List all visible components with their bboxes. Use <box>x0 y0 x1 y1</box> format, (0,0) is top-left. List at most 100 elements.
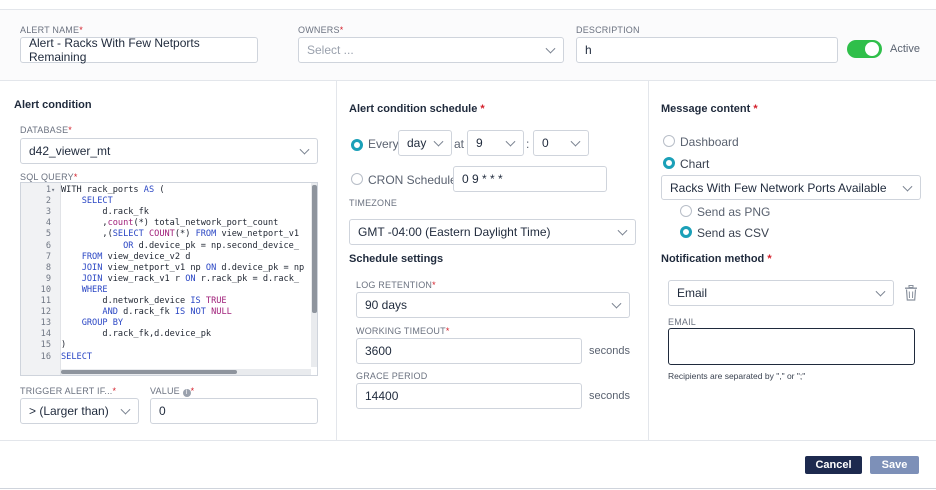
sql-query-label: SQL QUERY* <box>20 172 78 182</box>
chevron-down-icon <box>120 404 131 415</box>
editor-horizontal-scrollbar-thumb[interactable] <box>61 370 237 374</box>
every-label: Every <box>368 137 399 151</box>
line-number: 10 <box>40 284 51 295</box>
notification-method-title: Notification method * <box>661 253 772 265</box>
working-timeout-seconds: seconds <box>589 345 630 357</box>
recipients-hint: Recipients are separated by "," or ";" <box>668 371 806 381</box>
working-timeout-label: WORKING TIMEOUT* <box>356 326 450 336</box>
database-label: DATABASE* <box>20 125 72 135</box>
value-input[interactable]: 0 <box>150 398 318 424</box>
code-text: SELECT <box>61 351 93 362</box>
line-number: 8 <box>45 262 51 273</box>
code-text: WITH rack_ports AS ( <box>61 185 165 195</box>
working-timeout-input[interactable]: 3600 <box>356 338 582 364</box>
active-toggle[interactable] <box>847 40 882 58</box>
code-line: 13 GROUP BY <box>21 318 311 329</box>
editor-vertical-scrollbar[interactable] <box>311 183 317 367</box>
chart-radio[interactable] <box>663 157 675 169</box>
save-button[interactable]: Save <box>870 456 919 474</box>
sql-editor[interactable]: 1 ▾ WITH rack_ports AS (2 SELECT 3 d.rack_f… <box>20 182 318 376</box>
notification-method-select[interactable]: Email <box>668 280 894 306</box>
code-text: SELECT <box>81 196 113 207</box>
trash-icon[interactable] <box>904 285 918 301</box>
line-number: 1 <box>45 185 51 195</box>
code-text: OR d.device_pk = np.second_device_ <box>123 240 300 251</box>
line-number: 2 <box>45 196 51 207</box>
code-line: 5 ,(SELECT COUNT(*) FROM view_netport_v1 <box>21 229 311 240</box>
send-csv-radio[interactable] <box>680 226 692 238</box>
code-text: GROUP BY <box>81 318 124 329</box>
send-png-radio[interactable] <box>680 205 692 217</box>
cron-input[interactable]: 0 9 * * * <box>453 166 607 192</box>
dashboard-radio[interactable] <box>663 135 675 147</box>
hour-select[interactable]: 9 <box>467 130 524 156</box>
header-divider <box>0 80 936 81</box>
chevron-down-icon <box>570 136 581 147</box>
code-line: 3 d.rack_fk <box>21 207 311 218</box>
schedule-settings-title: Schedule settings <box>349 253 444 265</box>
code-line: 16 SELECT <box>21 352 311 363</box>
code-line: 7 FROM view_device_v2 d <box>21 252 311 263</box>
code-text: ,(SELECT COUNT(*) FROM view_netport_v1 <box>61 229 305 240</box>
send-csv-label: Send as CSV <box>697 226 770 240</box>
code-line: 6 OR d.device_pk = np.second_device_ <box>21 241 311 252</box>
description-input[interactable]: h <box>576 37 838 63</box>
code-text: AND d.rack_fk IS NOT NULL <box>102 307 232 318</box>
cancel-button[interactable]: Cancel <box>805 456 862 474</box>
chevron-down-icon <box>505 136 516 147</box>
trigger-select[interactable]: > (Larger than) <box>20 398 139 424</box>
chevron-down-icon <box>902 181 913 192</box>
alert-name-input[interactable]: Alert - Racks With Few Netports Remainin… <box>20 36 258 64</box>
chart-select[interactable]: Racks With Few Network Ports Available <box>661 175 921 200</box>
line-number: 9 <box>45 273 51 284</box>
value-label: VALUE i * <box>150 386 195 397</box>
email-label: EMAIL <box>668 317 697 327</box>
code-text: JOIN view_netport_v1 np ON d.device_pk =… <box>81 262 305 273</box>
editor-vertical-scrollbar-thumb[interactable] <box>312 185 317 313</box>
every-radio[interactable] <box>351 139 363 151</box>
owners-select[interactable]: Select ... <box>298 37 564 63</box>
time-colon: : <box>526 137 530 151</box>
chevron-down-icon <box>875 286 886 297</box>
alert-name-label: ALERT NAME* <box>20 25 83 35</box>
code-line: 15) <box>21 340 311 351</box>
cron-label: CRON Schedule <box>368 173 457 187</box>
line-number: 3 <box>45 207 51 218</box>
line-number: 16 <box>40 351 51 362</box>
code-line: 12 AND d.rack_fk IS NOT NULL <box>21 307 311 318</box>
timezone-select[interactable]: GMT -04:00 (Eastern Daylight Time) <box>349 219 636 245</box>
log-retention-select[interactable]: 90 days <box>356 292 630 318</box>
bottom-border <box>0 488 936 489</box>
line-number: 13 <box>40 318 51 329</box>
editor-horizontal-scrollbar[interactable] <box>61 369 311 375</box>
line-number: 6 <box>45 240 51 251</box>
line-number: 7 <box>45 251 51 262</box>
line-number: 14 <box>40 329 51 340</box>
line-number: 15 <box>40 340 51 351</box>
trigger-label: TRIGGER ALERT IF...* <box>20 386 117 396</box>
active-label: Active <box>890 43 920 55</box>
schedule-title: Alert condition schedule * <box>349 103 485 115</box>
code-line: 4 ,count(*) total_network_port_count <box>21 218 311 229</box>
alert-condition-title: Alert condition <box>14 99 92 111</box>
code-text: d.rack_fk <box>61 207 149 218</box>
line-number: 12 <box>40 307 51 318</box>
grace-period-input[interactable]: 14400 <box>356 383 582 409</box>
log-retention-label: LOG RETENTION* <box>356 280 436 290</box>
line-number: 11 <box>40 296 51 306</box>
chevron-down-icon <box>545 43 556 54</box>
minute-select[interactable]: 0 <box>533 130 589 156</box>
code-line: 10 WHERE <box>21 285 311 296</box>
email-input[interactable] <box>668 328 915 365</box>
chevron-down-icon <box>299 144 310 155</box>
every-unit-select[interactable]: day <box>398 130 452 156</box>
code-text: WHERE <box>81 284 108 295</box>
fold-icon[interactable]: ▾ <box>51 185 59 196</box>
chart-label: Chart <box>680 157 710 171</box>
at-label: at <box>454 137 465 151</box>
column-divider-1 <box>336 80 337 440</box>
database-select[interactable]: d42_viewer_mt <box>20 138 318 164</box>
grace-period-seconds: seconds <box>589 390 630 402</box>
code-text: d.network_device IS TRUE <box>61 296 227 306</box>
cron-radio[interactable] <box>351 173 363 185</box>
